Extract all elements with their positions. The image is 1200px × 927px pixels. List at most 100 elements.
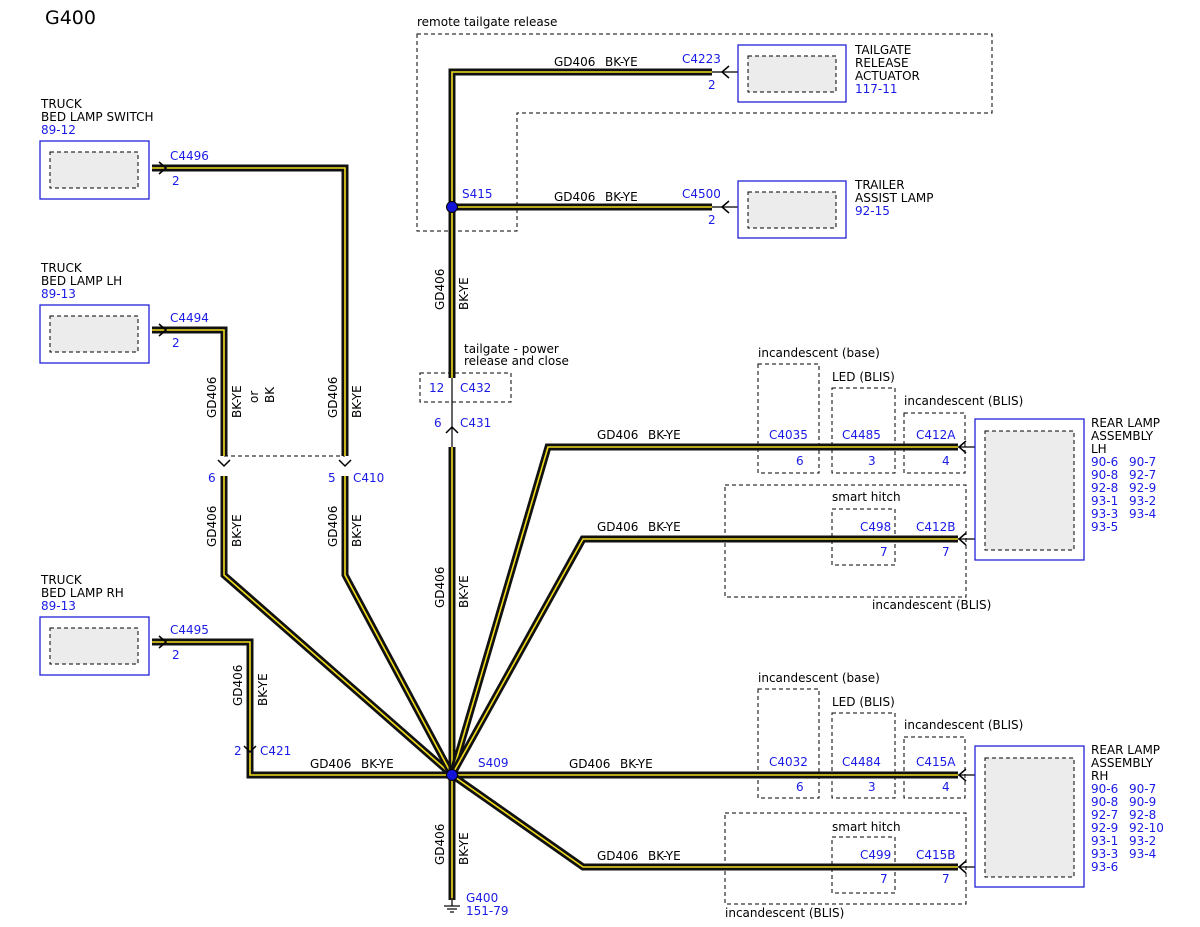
- rear-lamp-rh-ref: 93-6: [1091, 860, 1118, 874]
- c4495-label: C4495: [170, 623, 209, 637]
- tailgate-actuator-ref: 117-11: [855, 82, 898, 96]
- trailer-assist-ref: 92-15: [855, 204, 890, 218]
- splice-s415: [446, 201, 458, 213]
- rear-lamp-lh-ref: 90-8: [1091, 468, 1118, 482]
- c4500-label: C4500: [682, 187, 721, 201]
- c432-label: C432: [460, 381, 491, 395]
- rh-incandescent-blis-label: incandescent (BLIS): [904, 718, 1023, 732]
- c421-label: C421: [260, 744, 291, 758]
- wire-color-label: BK-YE: [256, 673, 270, 706]
- wire-or-label: or: [247, 391, 261, 403]
- c415a-pin: 4: [942, 780, 950, 794]
- c498-pin: 7: [880, 545, 888, 559]
- wire-circuit-label: GD406: [433, 824, 447, 865]
- lh-incandescent-base-label: incandescent (base): [758, 346, 880, 360]
- wire-color-label: BK-YE: [605, 55, 638, 69]
- rear-lamp-rh-ref: 93-4: [1129, 847, 1156, 861]
- rear-lamp-rh-ref: 90-8: [1091, 795, 1118, 809]
- c410-label: C410: [353, 471, 384, 485]
- wire-circuit-label: GD406: [310, 757, 351, 771]
- c4032-pin: 6: [796, 780, 804, 794]
- c412a-label: C412A: [916, 428, 956, 442]
- c410-pin-left: 6: [208, 471, 216, 485]
- wire-color-label: BK-YE: [350, 385, 364, 418]
- c4494-label: C4494: [170, 311, 209, 325]
- wire-color-label: BK-YE: [457, 277, 471, 310]
- c412b-pin: 7: [942, 545, 950, 559]
- c412b-label: C412B: [916, 520, 956, 534]
- c421-pin: 2: [234, 744, 242, 758]
- wire-color-label: BK-YE: [648, 520, 681, 534]
- component-rear-lamp-lh: REAR LAMP ASSEMBLY LH 90-6 90-7 90-8 92-…: [974, 416, 1160, 561]
- c410-pin-right: 5: [328, 471, 336, 485]
- bed-lamp-rh-ref: 89-13: [41, 599, 76, 613]
- lh-incandescent-base-region: [757, 363, 820, 474]
- c431-label: C431: [460, 416, 491, 430]
- bed-lamp-switch-name-1: TRUCK: [40, 97, 83, 111]
- rh-lower-incandescent-blis-label: incandescent (BLIS): [725, 906, 844, 920]
- bed-lamp-switch-ref: 89-12: [41, 123, 76, 137]
- component-bed-lamp-rh: TRUCK BED LAMP RH 89-13 C4495 2: [39, 573, 209, 676]
- wire-color-label: BK-YE: [648, 428, 681, 442]
- rear-lamp-lh-name-2: ASSEMBLY: [1091, 429, 1154, 443]
- trailer-assist-name-1: TRAILER: [854, 178, 905, 192]
- wire-color-label: BK-YE: [457, 575, 471, 608]
- c498-label: C498: [860, 520, 891, 534]
- rear-lamp-rh-name-2: ASSEMBLY: [1091, 756, 1154, 770]
- wire-circuit-label: GD406: [597, 849, 638, 863]
- lh-lower-incandescent-blis-label: incandescent (BLIS): [872, 598, 991, 612]
- rear-lamp-lh-ref: 93-2: [1129, 494, 1156, 508]
- rear-lamp-rh-ref: 93-1: [1091, 834, 1118, 848]
- component-bed-lamp-switch: TRUCK BED LAMP SWITCH 89-12 C4496 2: [39, 97, 209, 200]
- rear-lamp-lh-name-1: REAR LAMP: [1091, 416, 1160, 430]
- bed-lamp-rh-name-2: BED LAMP RH: [41, 586, 124, 600]
- wire-circuit-label: GD406: [326, 377, 340, 418]
- rh-incandescent-base-region: [757, 688, 820, 799]
- bed-lamp-lh-name-1: TRUCK: [40, 261, 83, 275]
- wire-bed-lamp-rh: [152, 638, 452, 779]
- rear-lamp-rh-ref: 92-7: [1091, 808, 1118, 822]
- lh-led-blis-label: LED (BLIS): [832, 370, 895, 384]
- wire-color-label: BK-YE: [620, 757, 653, 771]
- remote-tailgate-label: remote tailgate release: [417, 15, 557, 29]
- c4484-pin: 3: [868, 780, 876, 794]
- rh-incandescent-base-label: incandescent (base): [758, 671, 880, 685]
- wire-color-label: BK-YE: [361, 757, 394, 771]
- wire-circuit-label: GD406: [205, 506, 219, 547]
- rear-lamp-lh-name-3: LH: [1091, 442, 1107, 456]
- c410-pin6-arrow-icon: [217, 459, 231, 468]
- lh-incandescent-blis-region: [903, 412, 966, 474]
- wire-circuit-label: GD406: [433, 269, 447, 310]
- tailgate-actuator-name-2: RELEASE: [855, 56, 909, 70]
- rear-lamp-lh-ref: 92-8: [1091, 481, 1118, 495]
- tailgate-actuator-name-3: ACTUATOR: [855, 69, 920, 83]
- c432-pin: 12: [429, 381, 444, 395]
- wire-color-label: BK-YE: [230, 514, 244, 547]
- option-regions: remote tailgate release tailgate - power…: [224, 15, 1023, 920]
- c4035-label: C4035: [769, 428, 808, 442]
- c4223-pin: 2: [708, 78, 716, 92]
- rear-lamp-lh-ref: 90-7: [1129, 455, 1156, 469]
- splice-s409-label: S409: [478, 756, 509, 770]
- ground-symbol-icon: [444, 898, 460, 913]
- c410-pin5-arrow-icon: [338, 459, 352, 468]
- wire-circuit-label: GD406: [326, 506, 340, 547]
- component-rear-lamp-rh: REAR LAMP ASSEMBLY RH 90-6 90-7 90-8 90-…: [974, 743, 1164, 888]
- bed-lamp-lh-ref: 89-13: [41, 287, 76, 301]
- c415a-label: C415A: [916, 755, 956, 769]
- diagram-title: G400: [45, 7, 96, 29]
- rh-led-blis-label: LED (BLIS): [832, 695, 895, 709]
- wire-circuit-label: GD406: [569, 757, 610, 771]
- ground-ref: 151-79: [466, 904, 509, 918]
- wire-rear-lh-lower: [448, 535, 958, 777]
- c4484-label: C4484: [842, 755, 881, 769]
- rear-lamp-lh-ref: 90-6: [1091, 455, 1118, 469]
- c4494-pin: 2: [172, 336, 180, 350]
- wire-color-alt-label: BK: [263, 386, 277, 403]
- c4223-label: C4223: [682, 52, 721, 66]
- c4032-label: C4032: [769, 755, 808, 769]
- c4485-label: C4485: [842, 428, 881, 442]
- splice-s409: [446, 769, 458, 781]
- ground-label: G400: [466, 891, 498, 905]
- splice-s415-label: S415: [462, 187, 493, 201]
